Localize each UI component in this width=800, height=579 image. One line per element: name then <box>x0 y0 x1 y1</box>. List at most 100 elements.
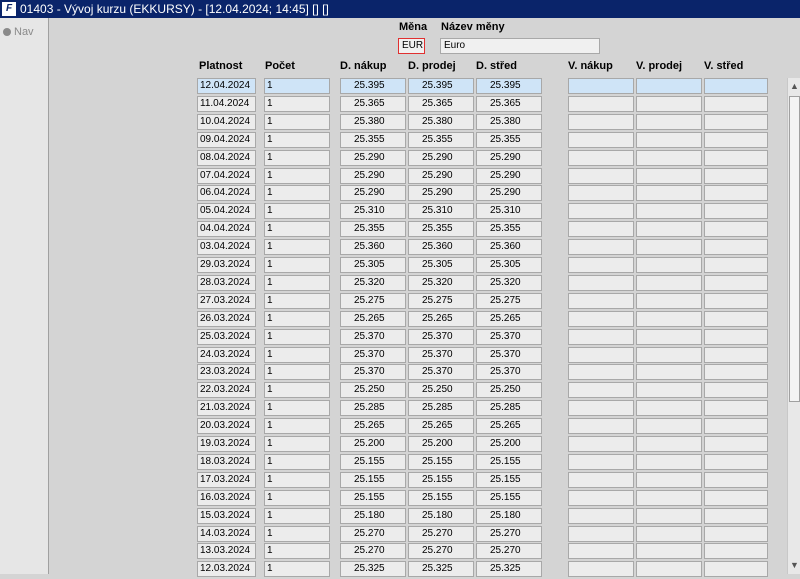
cell-v-stred[interactable] <box>704 489 768 506</box>
cell-platnost[interactable]: 15.03.2024 <box>197 507 256 524</box>
currency-name-field[interactable]: Euro <box>440 38 600 54</box>
cell-v-stred[interactable] <box>704 95 768 112</box>
cell-d-nakup[interactable]: 25.270 <box>340 543 406 560</box>
table-row[interactable]: 16.03.2024 1 25.155 25.155 25.155 <box>0 489 800 508</box>
cell-v-prodej[interactable] <box>636 149 702 166</box>
cell-pocet[interactable]: 1 <box>264 400 330 417</box>
cell-v-prodej[interactable] <box>636 382 702 399</box>
cell-v-nakup[interactable] <box>568 78 634 94</box>
cell-v-nakup[interactable] <box>568 471 634 488</box>
cell-pocet[interactable]: 1 <box>264 274 330 291</box>
cell-v-prodej[interactable] <box>636 400 702 417</box>
cell-d-prodej[interactable]: 25.320 <box>408 274 474 291</box>
cell-pocet[interactable]: 1 <box>264 364 330 381</box>
cell-d-stred[interactable]: 25.325 <box>476 561 542 578</box>
cell-v-nakup[interactable] <box>568 418 634 435</box>
cell-v-stred[interactable] <box>704 436 768 452</box>
cell-v-prodej[interactable] <box>636 471 702 488</box>
cell-d-nakup[interactable]: 25.275 <box>340 292 406 309</box>
cell-d-nakup[interactable]: 25.155 <box>340 489 406 506</box>
cell-d-nakup[interactable]: 25.250 <box>340 382 406 399</box>
cell-d-stred[interactable]: 25.395 <box>476 78 542 94</box>
cell-platnost[interactable]: 12.04.2024 <box>197 78 256 94</box>
cell-d-nakup[interactable]: 25.310 <box>340 203 406 220</box>
cell-v-stred[interactable] <box>704 382 768 399</box>
cell-d-prodej[interactable]: 25.325 <box>408 561 474 578</box>
cell-d-stred[interactable]: 25.370 <box>476 346 542 363</box>
table-row[interactable]: 14.03.2024 1 25.270 25.270 25.270 <box>0 525 800 544</box>
cell-d-prodej[interactable]: 25.290 <box>408 185 474 202</box>
cell-platnost[interactable]: 17.03.2024 <box>197 471 256 488</box>
cell-v-stred[interactable] <box>704 274 768 291</box>
cell-v-stred[interactable] <box>704 364 768 381</box>
cell-v-stred[interactable] <box>704 131 768 148</box>
cell-d-stred[interactable]: 25.370 <box>476 364 542 381</box>
table-row[interactable]: 15.03.2024 1 25.180 25.180 25.180 <box>0 507 800 526</box>
cell-d-prodej[interactable]: 25.370 <box>408 364 474 381</box>
cell-d-prodej[interactable]: 25.355 <box>408 221 474 238</box>
cell-platnost[interactable]: 13.03.2024 <box>197 543 256 560</box>
cell-d-prodej[interactable]: 25.310 <box>408 203 474 220</box>
cell-pocet[interactable]: 1 <box>264 489 330 506</box>
cell-pocet[interactable]: 1 <box>264 382 330 399</box>
table-row[interactable]: 10.04.2024 1 25.380 25.380 25.380 <box>0 113 800 132</box>
table-row[interactable]: 23.03.2024 1 25.370 25.370 25.370 <box>0 364 800 382</box>
cell-v-stred[interactable] <box>704 400 768 417</box>
cell-pocet[interactable]: 1 <box>264 436 330 452</box>
cell-v-prodej[interactable] <box>636 525 702 542</box>
cell-d-nakup[interactable]: 25.395 <box>340 78 406 94</box>
cell-pocet[interactable]: 1 <box>264 203 330 220</box>
nav-button[interactable]: Nav <box>3 26 34 38</box>
cell-v-nakup[interactable] <box>568 203 634 220</box>
cell-platnost[interactable]: 23.03.2024 <box>197 364 256 381</box>
cell-v-stred[interactable] <box>704 257 768 273</box>
cell-v-prodej[interactable] <box>636 113 702 130</box>
cell-v-stred[interactable] <box>704 78 768 94</box>
cell-v-nakup[interactable] <box>568 131 634 148</box>
cell-d-nakup[interactable]: 25.325 <box>340 561 406 578</box>
cell-d-prodej[interactable]: 25.155 <box>408 453 474 470</box>
cell-d-stred[interactable]: 25.270 <box>476 543 542 560</box>
cell-d-prodej[interactable]: 25.360 <box>408 239 474 256</box>
cell-d-prodej[interactable]: 25.200 <box>408 436 474 452</box>
cell-v-stred[interactable] <box>704 346 768 363</box>
cell-v-stred[interactable] <box>704 507 768 524</box>
cell-v-prodej[interactable] <box>636 453 702 470</box>
cell-pocet[interactable]: 1 <box>264 418 330 435</box>
cell-d-stred[interactable]: 25.180 <box>476 507 542 524</box>
table-row[interactable]: 19.03.2024 1 25.200 25.200 25.200 <box>0 436 800 454</box>
cell-v-nakup[interactable] <box>568 221 634 238</box>
cell-d-nakup[interactable]: 25.355 <box>340 221 406 238</box>
cell-v-nakup[interactable] <box>568 113 634 130</box>
cell-platnost[interactable]: 07.04.2024 <box>197 167 256 184</box>
cell-v-prodej[interactable] <box>636 543 702 560</box>
cell-v-prodej[interactable] <box>636 221 702 238</box>
cell-d-prodej[interactable]: 25.285 <box>408 400 474 417</box>
cell-d-prodej[interactable]: 25.155 <box>408 471 474 488</box>
cell-v-nakup[interactable] <box>568 274 634 291</box>
cell-platnost[interactable]: 05.04.2024 <box>197 203 256 220</box>
cell-d-prodej[interactable]: 25.365 <box>408 95 474 112</box>
cell-v-stred[interactable] <box>704 113 768 130</box>
cell-d-prodej[interactable]: 25.270 <box>408 543 474 560</box>
cell-platnost[interactable]: 06.04.2024 <box>197 185 256 202</box>
cell-d-stred[interactable]: 25.355 <box>476 131 542 148</box>
cell-v-prodej[interactable] <box>636 203 702 220</box>
cell-v-nakup[interactable] <box>568 149 634 166</box>
cell-d-nakup[interactable]: 25.355 <box>340 131 406 148</box>
table-row[interactable]: 04.04.2024 1 25.355 25.355 25.355 <box>0 221 800 239</box>
table-row[interactable]: 12.03.2024 1 25.325 25.325 25.325 <box>0 561 800 579</box>
cell-d-nakup[interactable]: 25.155 <box>340 471 406 488</box>
cell-pocet[interactable]: 1 <box>264 167 330 184</box>
cell-v-nakup[interactable] <box>568 185 634 202</box>
vertical-scrollbar[interactable]: ▲ ▼ <box>787 78 800 574</box>
cell-d-nakup[interactable]: 25.290 <box>340 149 406 166</box>
cell-platnost[interactable]: 22.03.2024 <box>197 382 256 399</box>
cell-d-stred[interactable]: 25.380 <box>476 113 542 130</box>
cell-v-prodej[interactable] <box>636 507 702 524</box>
table-row[interactable]: 25.03.2024 1 25.370 25.370 25.370 <box>0 328 800 347</box>
cell-pocet[interactable]: 1 <box>264 525 330 542</box>
cell-v-stred[interactable] <box>704 310 768 327</box>
cell-d-nakup[interactable]: 25.370 <box>340 364 406 381</box>
cell-d-prodej[interactable]: 25.355 <box>408 131 474 148</box>
